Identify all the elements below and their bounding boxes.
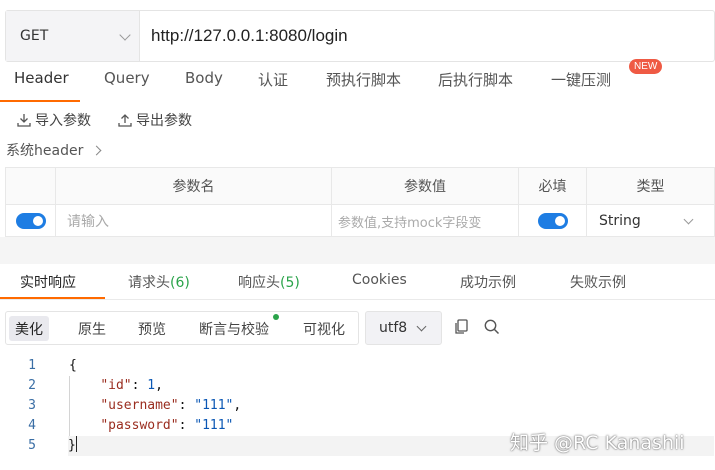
import-params-button[interactable]: 导入参数 [16, 110, 91, 130]
required-toggle[interactable] [537, 213, 568, 229]
watermark: 知乎 @RC Kanashii [510, 432, 685, 454]
view-raw-button[interactable]: 原生 [72, 316, 112, 341]
response-headers-count: (5) [280, 275, 300, 291]
text-cursor [75, 436, 77, 452]
line-number: 4 [28, 418, 36, 433]
method-label: GET [20, 28, 49, 44]
header-type: 类型 [636, 179, 665, 195]
chevron-down-icon [416, 321, 427, 332]
view-assertion-button[interactable]: 断言与校验 [193, 316, 275, 341]
code-line: "username": "111", [100, 398, 242, 413]
new-badge: NEW [629, 59, 663, 74]
tab-response-headers[interactable]: 响应头(5) [238, 272, 300, 292]
type-select-value: String [599, 213, 641, 229]
section-divider [0, 237, 715, 264]
export-params-label: 导出参数 [136, 113, 192, 129]
line-number: 2 [28, 378, 36, 393]
tab-stress-test[interactable]: 一键压测 [551, 69, 611, 90]
download-icon [17, 114, 31, 127]
tab-body[interactable]: Body [185, 69, 223, 87]
encoding-select[interactable]: utf8 [365, 311, 442, 345]
tab-post-script[interactable]: 后执行脚本 [438, 69, 513, 90]
tab-auth[interactable]: 认证 [258, 69, 288, 90]
upload-icon [118, 114, 132, 127]
search-icon[interactable] [483, 318, 501, 336]
active-response-tab-indicator [0, 297, 105, 299]
type-select[interactable]: String [587, 205, 714, 237]
table-header-row: 参数名 参数值 必填 类型 [6, 168, 714, 205]
enable-toggle[interactable] [15, 213, 46, 229]
request-tabs: Header Query Body 认证 预执行脚本 后执行脚本 一键压测 [0, 64, 715, 102]
system-header-label: 系统header [6, 143, 84, 159]
param-name-input[interactable]: 请输入 [67, 211, 109, 231]
method-select[interactable]: GET [6, 11, 140, 61]
line-number: 5 [28, 438, 36, 453]
chevron-down-icon [683, 214, 694, 225]
system-header-toggle[interactable]: 系统header [6, 140, 102, 160]
table-row: 请输入 参数值,支持mock字段变 String [6, 205, 714, 237]
code-line: "password": "111" [100, 418, 234, 433]
view-beautify-button[interactable]: 美化 [9, 316, 49, 341]
header-param-value: 参数值 [332, 168, 519, 204]
line-number: 3 [28, 398, 36, 413]
tab-failure-example[interactable]: 失败示例 [570, 272, 626, 292]
chevron-down-icon [119, 29, 131, 41]
export-params-button[interactable]: 导出参数 [117, 110, 192, 130]
url-input[interactable]: http://127.0.0.1:8080/login [140, 11, 348, 61]
active-tab-indicator [0, 100, 80, 102]
code-line: "id": 1, [100, 378, 163, 393]
tab-pre-script[interactable]: 预执行脚本 [326, 69, 401, 90]
tab-query[interactable]: Query [104, 69, 150, 87]
view-mode-group: 美化 原生 预览 断言与校验 可视化 [5, 311, 359, 345]
tab-live-response[interactable]: 实时响应 [20, 272, 76, 292]
url-bar: GET http://127.0.0.1:8080/login [5, 10, 715, 62]
tab-cookies[interactable]: Cookies [352, 272, 407, 288]
chevron-right-icon [91, 145, 102, 155]
param-value-input[interactable]: 参数值,支持mock字段变 [338, 212, 481, 231]
params-table: 参数名 参数值 必填 类型 请输入 参数值,支持mock字段变 String [5, 167, 715, 237]
header-cell-toggle [6, 168, 56, 204]
encoding-value: utf8 [379, 320, 408, 336]
assertion-status-dot [273, 314, 279, 320]
header-param-name: 参数名 [56, 168, 332, 204]
request-headers-count: (6) [170, 275, 190, 291]
view-preview-button[interactable]: 预览 [132, 316, 172, 341]
code-line: { [69, 358, 77, 373]
header-required: 必填 [519, 168, 587, 204]
tab-success-example[interactable]: 成功示例 [460, 272, 516, 292]
view-visualize-button[interactable]: 可视化 [297, 316, 351, 341]
import-params-label: 导入参数 [35, 113, 91, 129]
line-number: 1 [28, 358, 36, 373]
copy-icon[interactable] [453, 318, 470, 335]
response-tabs: 实时响应 请求头(6) 响应头(5) Cookies 成功示例 失败示例 [0, 264, 715, 300]
tab-header[interactable]: Header [14, 69, 69, 87]
tab-request-headers[interactable]: 请求头(6) [128, 272, 190, 292]
